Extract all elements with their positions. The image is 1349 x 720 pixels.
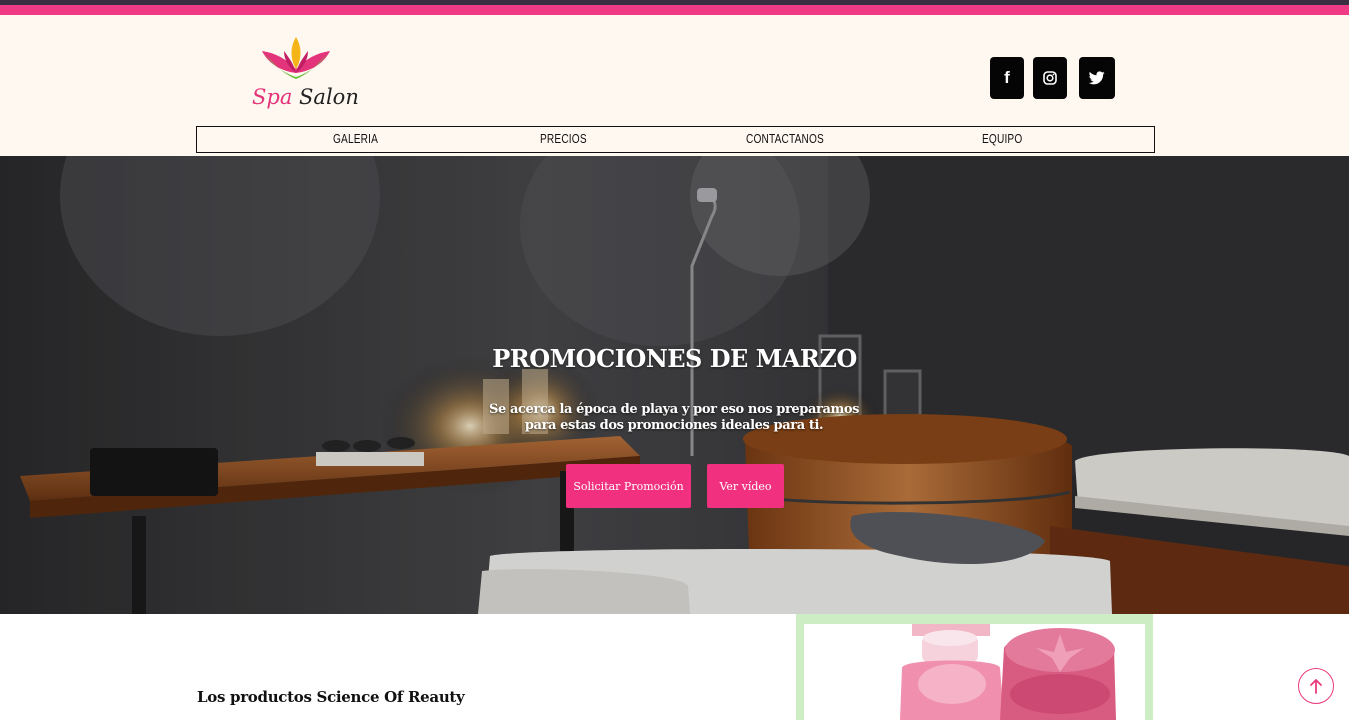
scroll-to-top-button[interactable]	[1298, 668, 1334, 704]
products-heading: Los productos Science Of Reauty	[197, 688, 465, 706]
main-nav: GALERIA PRECIOS CONTACTANOS EQUIPO	[196, 126, 1155, 153]
logo-salon: Salon	[299, 85, 359, 109]
spa-room-image	[0, 156, 1349, 614]
nav-item-equipo[interactable]: EQUIPO	[982, 131, 1022, 146]
hero-title: PROMOCIONES DE MARZO	[492, 344, 857, 373]
top-dark-bar	[0, 0, 1349, 5]
logo-spa: Spa	[252, 85, 293, 109]
facebook-button[interactable]: f	[990, 57, 1024, 99]
instagram-icon	[1043, 71, 1057, 85]
lotus-icon	[262, 37, 330, 79]
site-header: Spa Salon f GALERIA PRECIOS CONTACTANOS …	[0, 15, 1349, 156]
product-image-frame	[796, 614, 1153, 720]
nav-item-contactanos[interactable]: CONTACTANOS	[746, 131, 824, 146]
hero-banner: PROMOCIONES DE MARZO Se acerca la época …	[0, 156, 1349, 614]
nav-item-galeria[interactable]: GALERIA	[333, 131, 378, 146]
twitter-button[interactable]	[1079, 57, 1115, 99]
logo-text: Spa Salon	[252, 85, 359, 109]
nav-item-precios[interactable]: PRECIOS	[540, 131, 587, 146]
logo[interactable]: Spa Salon	[246, 33, 359, 118]
request-promotion-button[interactable]: Solicitar Promoción	[566, 464, 691, 508]
twitter-icon	[1089, 71, 1105, 85]
instagram-button[interactable]	[1033, 57, 1067, 99]
facebook-icon: f	[1004, 68, 1010, 87]
product-image	[804, 624, 1145, 720]
hero-subtitle: Se acerca la época de playa y por eso no…	[488, 402, 860, 433]
arrow-up-icon	[1310, 679, 1322, 694]
watch-video-button[interactable]: Ver vídeo	[707, 464, 784, 508]
cosmetic-jars-image	[900, 624, 1116, 720]
